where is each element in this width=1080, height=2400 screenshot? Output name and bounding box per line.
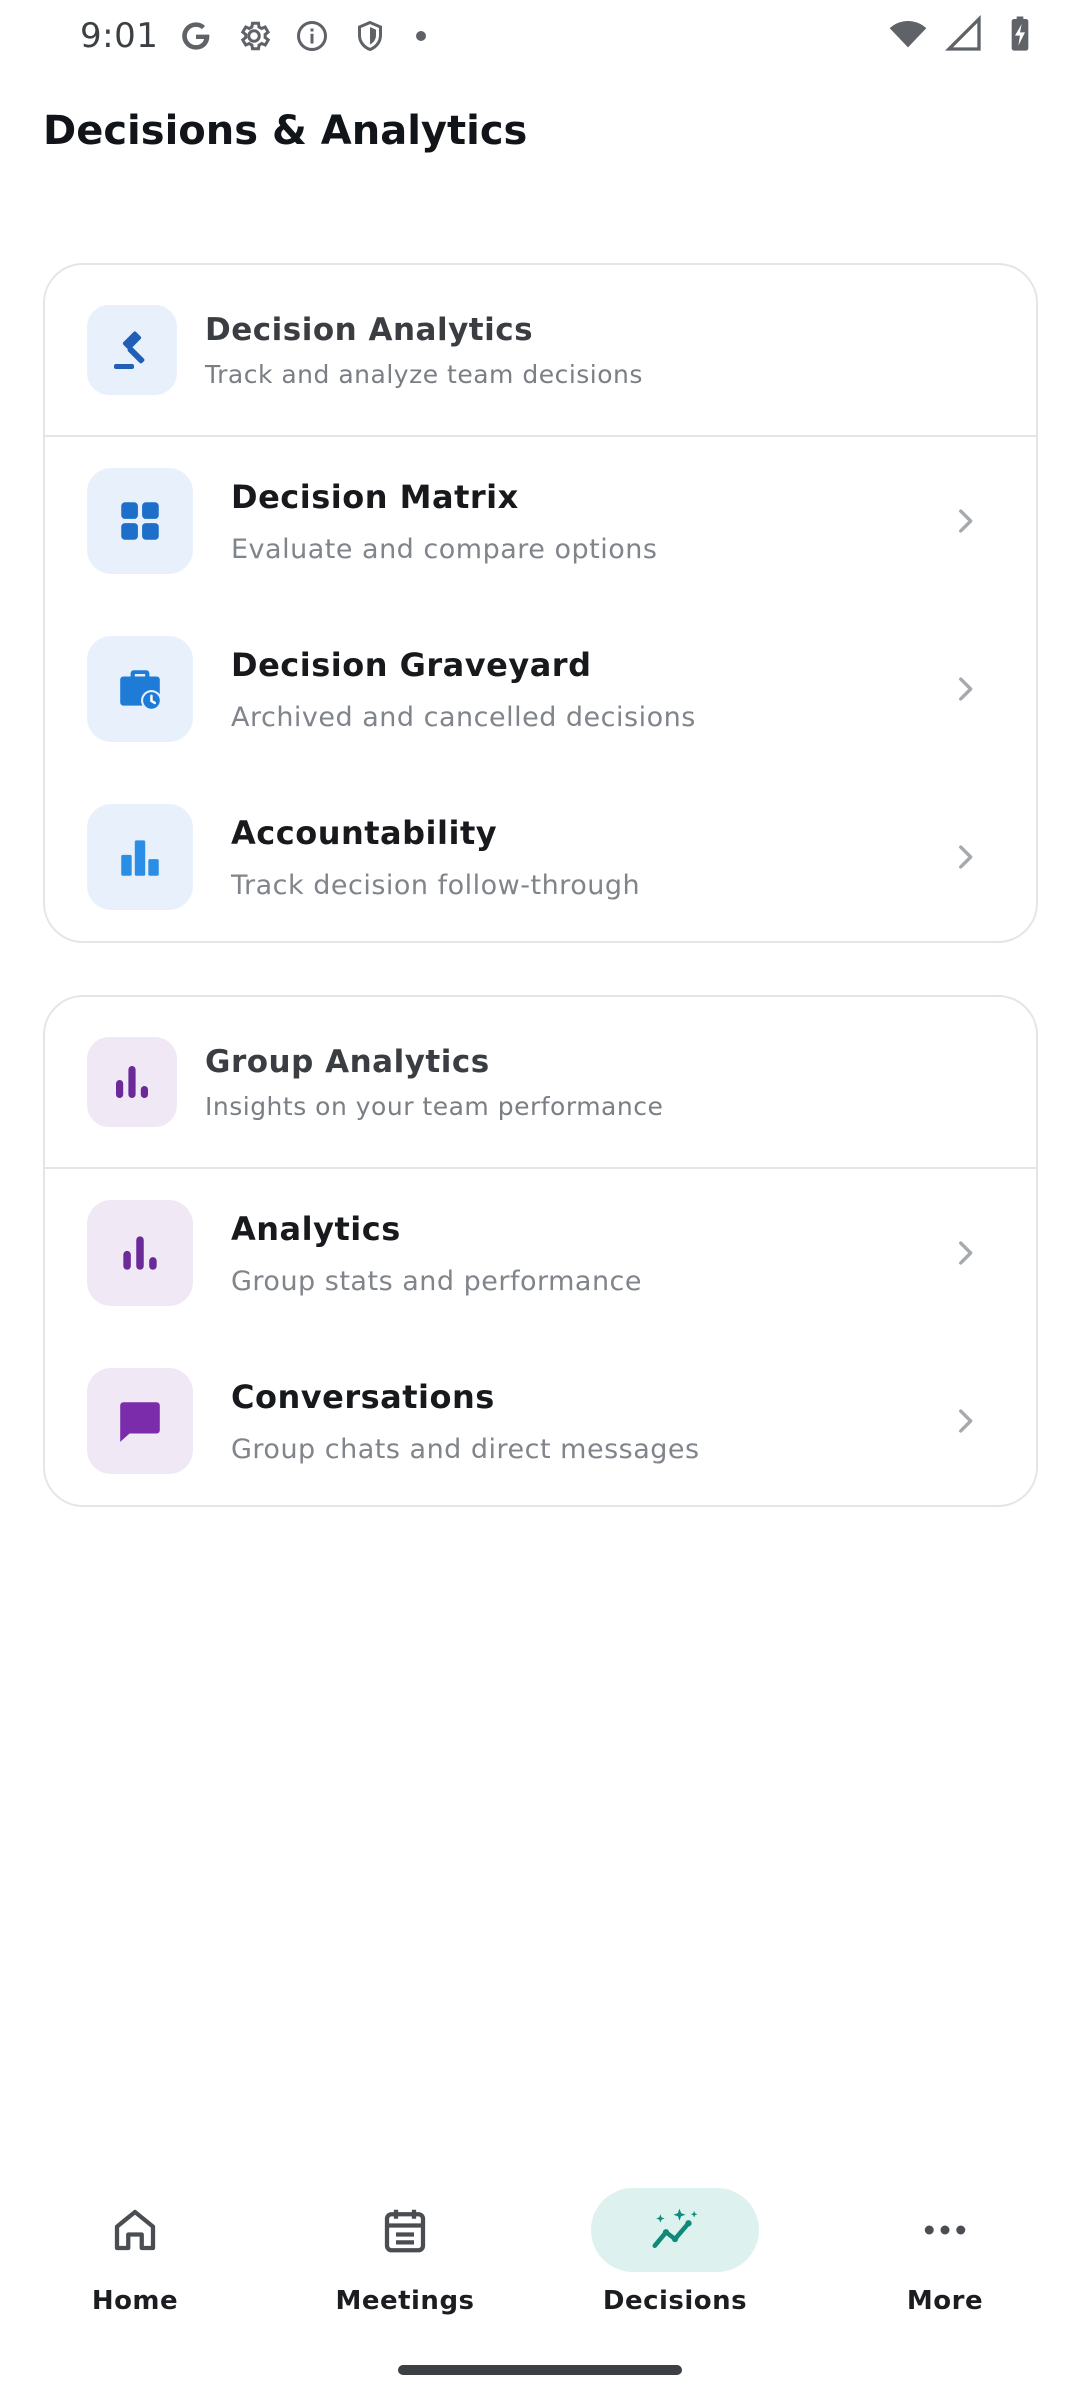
trend-sparkle-icon [591,2188,759,2272]
list-item-subtitle: Group chats and direct messages [231,1433,700,1465]
briefcase-clock-icon [87,636,193,742]
group-analytics-card: Group Analytics Insights on your team pe… [43,995,1038,1507]
accountability-item[interactable]: Accountability Track decision follow-thr… [45,773,1036,941]
nav-label: More [906,2286,984,2316]
bar-chart-icon [87,804,193,910]
wifi-icon [888,14,928,58]
chevron-right-icon [948,672,982,706]
nav-decisions[interactable]: Decisions [540,2170,810,2316]
settings-icon [234,16,274,56]
calendar-icon [321,2188,489,2272]
chat-icon [87,1368,193,1474]
status-time: 9:01 [80,16,159,56]
chevron-right-icon [948,840,982,874]
signal-icon [944,14,984,58]
home-indicator[interactable] [398,2365,682,2375]
gavel-icon [87,305,177,395]
nav-meetings[interactable]: Meetings [270,2170,540,2316]
bar-chart-icon [87,1200,193,1306]
decision-analytics-card: Decision Analytics Track and analyze tea… [43,263,1038,943]
card-title: Decision Analytics [205,311,534,348]
list-item-subtitle: Evaluate and compare options [231,533,658,565]
card-header-group-analytics: Group Analytics Insights on your team pe… [45,997,1036,1169]
decision-matrix-item[interactable]: Decision Matrix Evaluate and compare opt… [45,437,1036,605]
card-subtitle: Track and analyze team decisions [205,359,643,389]
chevron-right-icon [948,1404,982,1438]
list-item-title: Accountability [231,813,498,852]
page-title: Decisions & Analytics [43,108,528,154]
chevron-right-icon [948,504,982,538]
bottom-nav: Home Meetings Decisions More [0,2170,1080,2340]
list-item-title: Decision Matrix [231,477,519,516]
info-icon [292,16,332,56]
list-item-subtitle: Track decision follow-through [231,869,641,901]
card-subtitle: Insights on your team performance [205,1091,664,1121]
screen: 9:01 Decisions & Analytics Decision Anal… [0,0,1080,2400]
nav-label: Meetings [335,2286,475,2316]
grid-icon [87,468,193,574]
nav-home[interactable]: Home [0,2170,270,2316]
shield-icon [350,16,390,56]
analytics-item[interactable]: Analytics Group stats and performance [45,1169,1036,1337]
bar-chart-icon [87,1037,177,1127]
status-right [888,14,1040,58]
nav-label: Decisions [602,2286,748,2316]
status-bar: 9:01 [0,0,1080,72]
conversations-item[interactable]: Conversations Group chats and direct mes… [45,1337,1036,1505]
nav-more[interactable]: More [810,2170,1080,2316]
decision-graveyard-item[interactable]: Decision Graveyard Archived and cancelle… [45,605,1036,773]
card-title: Group Analytics [205,1043,490,1080]
card-header-decision-analytics: Decision Analytics Track and analyze tea… [45,265,1036,437]
list-item-title: Analytics [231,1209,401,1248]
nav-label: Home [91,2286,179,2316]
notification-dot [416,31,427,41]
battery-icon [1000,14,1040,58]
list-item-subtitle: Archived and cancelled decisions [231,701,696,733]
chevron-right-icon [948,1236,982,1270]
home-icon [51,2188,219,2272]
status-left: 9:01 [80,16,427,56]
list-item-title: Decision Graveyard [231,645,592,684]
list-item-title: Conversations [231,1377,495,1416]
google-icon [176,16,216,56]
more-dots-icon [861,2188,1029,2272]
list-item-subtitle: Group stats and performance [231,1265,643,1297]
